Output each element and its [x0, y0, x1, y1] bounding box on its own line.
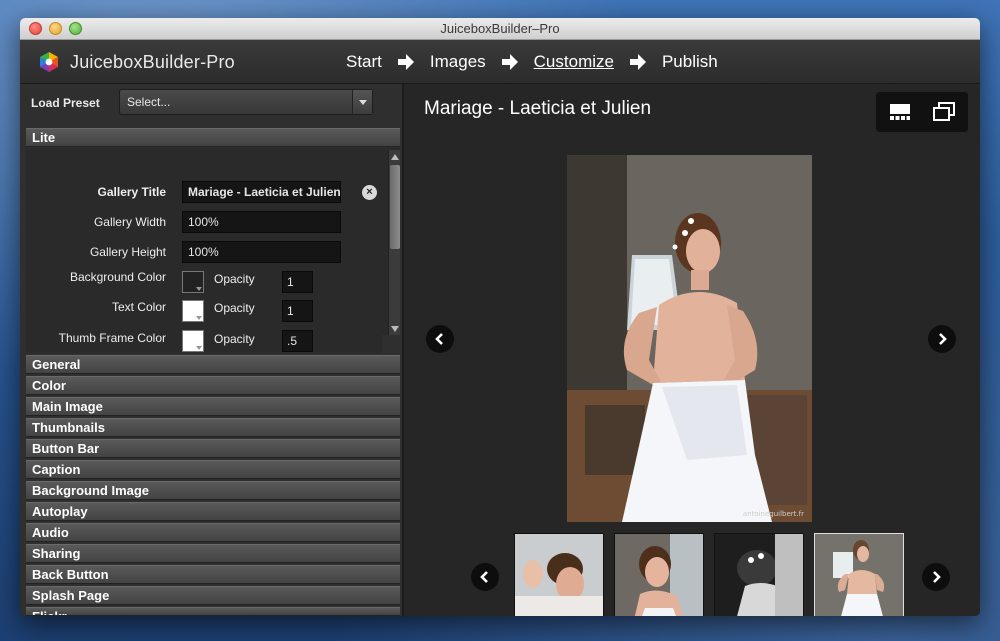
- window-title: JuiceboxBuilder–Pro: [440, 21, 560, 36]
- thumbnail-photo: [815, 534, 903, 616]
- previous-thumbs-button[interactable]: [471, 563, 499, 591]
- arrow-right-icon: [397, 54, 414, 70]
- step-customize[interactable]: Customize: [534, 52, 614, 72]
- section-header-thumbnails[interactable]: Thumbnails: [26, 418, 400, 437]
- thumbnail-2[interactable]: [614, 533, 704, 616]
- minimize-window-button[interactable]: [49, 22, 62, 35]
- scroll-down-icon[interactable]: [389, 322, 401, 335]
- zoom-window-button[interactable]: [69, 22, 82, 35]
- section-header-splash-page[interactable]: Splash Page: [26, 586, 400, 605]
- window-titlebar: JuiceboxBuilder–Pro: [20, 18, 980, 40]
- preset-select[interactable]: Select...: [119, 89, 373, 115]
- thumb-frame-color-swatch[interactable]: [182, 330, 204, 352]
- section-header-general[interactable]: General: [26, 355, 400, 374]
- section-header-flickr[interactable]: Flickr: [26, 607, 400, 616]
- step-publish[interactable]: Publish: [662, 52, 718, 72]
- thumbnail-photo: [515, 534, 603, 616]
- scroll-up-icon[interactable]: [389, 150, 401, 163]
- arrow-right-icon: [501, 54, 518, 70]
- gallery-width-input[interactable]: 100%: [182, 211, 341, 233]
- section-header-lite[interactable]: Lite: [26, 128, 400, 147]
- thumbnail-layout-icon[interactable]: [889, 102, 911, 122]
- thumb-frame-opacity-label: Opacity: [214, 332, 255, 346]
- chevron-right-icon: [933, 571, 941, 583]
- chevron-down-icon[interactable]: [352, 90, 372, 114]
- text-opacity-input[interactable]: 1: [282, 300, 313, 322]
- thumbnail-3[interactable]: [714, 533, 804, 616]
- thumbnail-1[interactable]: [514, 533, 604, 616]
- section-header-main-image[interactable]: Main Image: [26, 397, 400, 416]
- previous-image-button[interactable]: [426, 325, 454, 353]
- background-opacity-input[interactable]: 1: [282, 271, 313, 293]
- section-header-background-image[interactable]: Background Image: [26, 481, 400, 500]
- section-header-sharing[interactable]: Sharing: [26, 544, 400, 563]
- chevron-right-icon: [939, 333, 947, 345]
- text-color-label: Text Color: [111, 300, 166, 314]
- fullscreen-icon[interactable]: [933, 102, 955, 122]
- preset-select-value: Select...: [127, 95, 171, 109]
- thumb-frame-row: Thumb Frame Color Opacity .5: [26, 329, 382, 353]
- next-image-button[interactable]: [928, 325, 956, 353]
- background-color-label: Background Color: [69, 270, 166, 284]
- lite-section-body: Gallery Title Mariage - Laeticia et Juli…: [26, 148, 400, 335]
- settings-scrollbar[interactable]: [388, 150, 400, 335]
- section-header-caption[interactable]: Caption: [26, 460, 400, 479]
- scroll-thumb[interactable]: [390, 165, 400, 249]
- main-image[interactable]: antoineguilbert.fr: [567, 155, 812, 522]
- close-window-button[interactable]: [29, 22, 42, 35]
- background-color-swatch[interactable]: [182, 271, 204, 293]
- chevron-left-icon: [480, 571, 488, 583]
- app-name: JuiceboxBuilder-Pro: [70, 52, 235, 72]
- photo-watermark: antoineguilbert.fr: [743, 510, 804, 518]
- load-preset-label: Load Preset: [31, 96, 100, 110]
- bride-photo: antoineguilbert.fr: [567, 155, 812, 522]
- app-window: JuiceboxBuilder–Pro JuiceboxBuilder-Pro …: [20, 18, 980, 616]
- thumbnail-4[interactable]: [814, 533, 904, 616]
- thumbnail-photo: [715, 534, 803, 616]
- settings-panel: Load Preset Select... Lite Gallery Title…: [20, 84, 404, 616]
- chevron-left-icon: [435, 333, 443, 345]
- step-images[interactable]: Images: [430, 52, 486, 72]
- section-header-color[interactable]: Color: [26, 376, 400, 395]
- app-header: JuiceboxBuilder-Pro Start Images Customi…: [20, 40, 980, 84]
- gallery-width-label: Gallery Width: [93, 215, 166, 229]
- workflow-steps: Start Images Customize Publish: [346, 51, 718, 73]
- section-header-autoplay[interactable]: Autoplay: [26, 502, 400, 521]
- preview-gallery-title: Mariage - Laeticia et Julien: [424, 98, 652, 119]
- section-header-button-bar[interactable]: Button Bar: [26, 439, 400, 458]
- juicebox-logo-icon: [40, 52, 58, 72]
- view-toggle: [876, 92, 968, 132]
- thumb-frame-opacity-input[interactable]: .5: [282, 330, 313, 352]
- gallery-preview: Mariage - Laeticia et Julien antoineguil…: [404, 84, 980, 616]
- gallery-title-input[interactable]: Mariage - Laeticia et Julien: [182, 181, 341, 203]
- gallery-height-label: Gallery Height: [89, 245, 166, 259]
- section-header-audio[interactable]: Audio: [26, 523, 400, 542]
- preset-row: Load Preset Select...: [20, 84, 404, 124]
- background-opacity-label: Opacity: [214, 272, 255, 286]
- arrow-right-icon: [629, 54, 646, 70]
- step-start[interactable]: Start: [346, 52, 382, 72]
- text-opacity-label: Opacity: [214, 301, 255, 315]
- section-header-back-button[interactable]: Back Button: [26, 565, 400, 584]
- clear-title-button[interactable]: ×: [362, 185, 377, 200]
- thumb-frame-color-text: Thumb Frame Color: [58, 331, 166, 345]
- gallery-title-label: Gallery Title: [97, 185, 166, 199]
- text-color-swatch[interactable]: [182, 300, 204, 322]
- thumbnail-photo: [615, 534, 703, 616]
- next-thumbs-button[interactable]: [922, 563, 950, 591]
- gallery-height-input[interactable]: 100%: [182, 241, 341, 263]
